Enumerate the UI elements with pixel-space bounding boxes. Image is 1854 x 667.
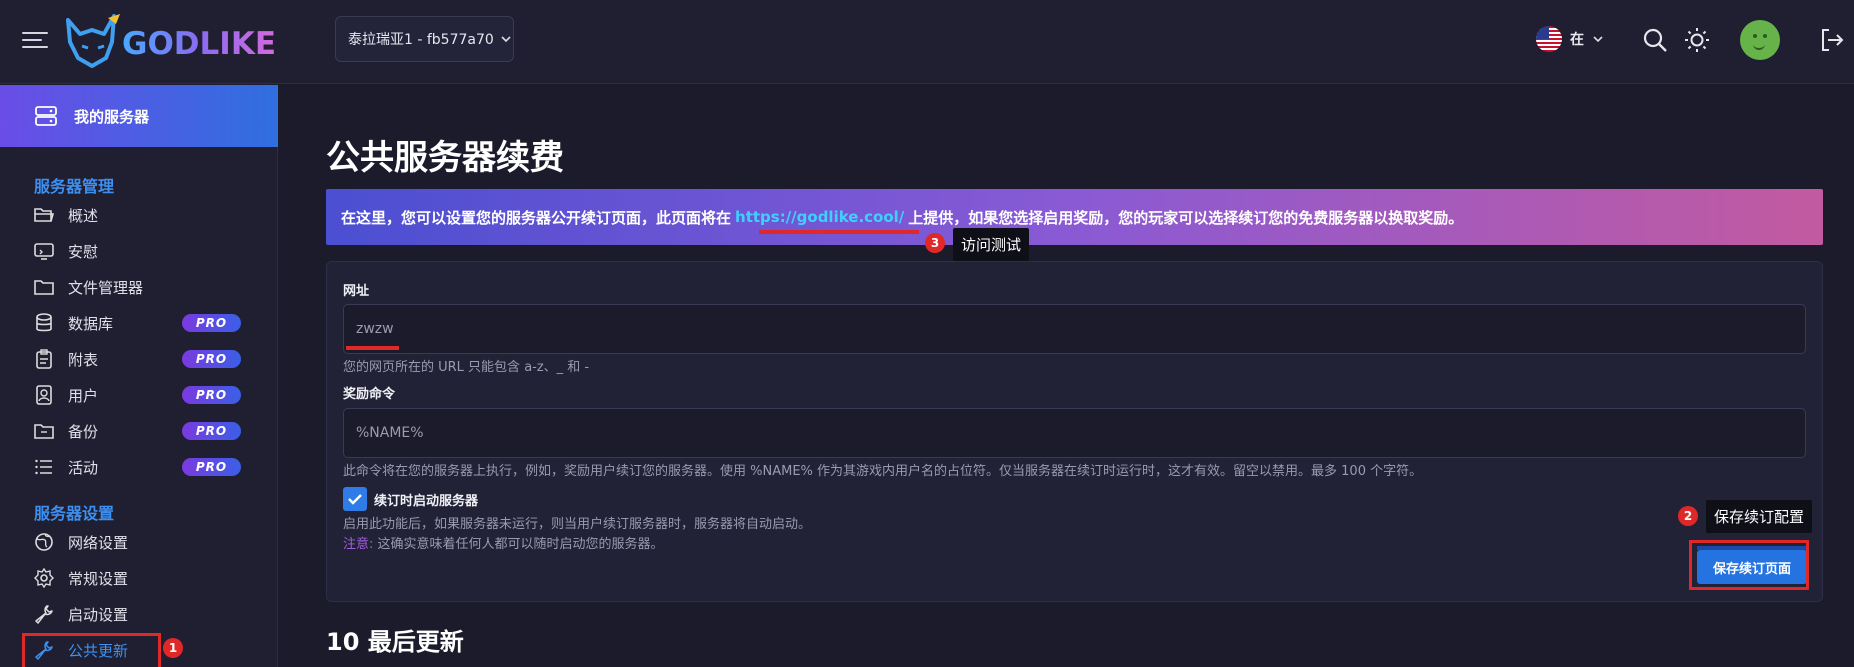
search-icon[interactable] <box>1641 26 1669 54</box>
annotation-badge-1: 1 <box>163 638 183 658</box>
reward-command-hint: 此命令将在您的服务器上执行，例如，奖励用户续订您的服务器。使用 %NAME% 作… <box>343 464 1423 479</box>
sidebar-item-users[interactable]: 用户 PRO <box>34 381 244 409</box>
pro-badge: PRO <box>182 350 241 368</box>
sidebar-item-console[interactable]: 安慰 <box>34 237 244 265</box>
list-icon <box>34 457 54 477</box>
sidebar-item-label: 安慰 <box>68 242 99 261</box>
annotation-underline-url <box>346 346 399 350</box>
url-input-value: zwzw <box>356 321 394 337</box>
annotation-tip-save-config: 保存续订配置 <box>1706 500 1813 533</box>
folder-open-icon <box>34 205 54 225</box>
wrench-icon <box>34 604 54 624</box>
sidebar-item-label: 常规设置 <box>68 569 129 588</box>
sidebar-item-activity[interactable]: 活动 PRO <box>34 453 244 481</box>
sidebar-item-label: 启动设置 <box>68 605 129 624</box>
server-selector[interactable]: 泰拉瑞亚1 - fb577a70 <box>335 16 514 62</box>
sidebar-item-backups[interactable]: 备份 PRO <box>34 417 244 445</box>
monitor-icon <box>34 241 54 261</box>
sidebar-item-label: 我的服务器 <box>74 107 150 126</box>
sidebar-item-label: 网络设置 <box>68 533 129 552</box>
sidebar: 我的服务器 服务器管理 概述 安慰 文件管理器 数据库 PRO 附表 PRO 用… <box>0 85 278 667</box>
server-icon <box>35 106 57 126</box>
sidebar-item-database[interactable]: 数据库 PRO <box>34 309 244 337</box>
us-flag-icon <box>1536 26 1562 52</box>
top-header: GODLIKE 泰拉瑞亚1 - fb577a70 在 <box>0 0 1854 84</box>
annotation-badge-2: 2 <box>1678 506 1698 526</box>
user-avatar[interactable] <box>1740 20 1780 60</box>
logout-icon[interactable] <box>1818 26 1846 54</box>
url-hint: 您的网页所在的 URL 只能包含 a-z、_ 和 - <box>343 360 590 375</box>
language-selector[interactable]: 在 <box>1536 26 1604 52</box>
folder-icon <box>34 277 54 297</box>
sidebar-item-label: 备份 <box>68 422 99 441</box>
url-label: 网址 <box>343 284 370 299</box>
sidebar-item-overview[interactable]: 概述 <box>34 201 244 229</box>
sidebar-item-my-servers[interactable]: 我的服务器 <box>0 85 278 147</box>
warning-text: 这确实意味着任何人都可以随时启动您的服务器。 <box>377 537 664 552</box>
pro-badge: PRO <box>182 458 241 476</box>
info-banner: 在这里，您可以设置您的服务器公开续订页面，此页面将在 https://godli… <box>326 189 1823 245</box>
banner-text-post: 上提供，如果您选择启用奖励，您的玩家可以选择续订您的免费服务器以换取奖励。 <box>908 208 1464 227</box>
section-title-management: 服务器管理 <box>34 177 115 196</box>
latest-updates-title: 10 最后更新 <box>326 628 464 656</box>
start-on-renew-checkbox[interactable] <box>343 487 367 511</box>
annotation-badge-3: 3 <box>925 233 945 253</box>
reward-command-placeholder: %NAME% <box>356 425 424 441</box>
sidebar-item-label: 数据库 <box>68 314 114 333</box>
godlike-logo[interactable]: GODLIKE <box>62 12 276 72</box>
pro-badge: PRO <box>182 422 241 440</box>
sidebar-item-label: 附表 <box>68 350 99 369</box>
database-icon <box>34 313 54 333</box>
sidebar-item-label: 概述 <box>68 206 99 225</box>
annotation-box-sidebar <box>22 633 161 667</box>
sun-theme-icon[interactable] <box>1683 26 1711 54</box>
clipboard-icon <box>34 349 54 369</box>
sidebar-item-general[interactable]: 常规设置 <box>34 564 244 592</box>
language-label: 在 <box>1570 32 1584 48</box>
url-input[interactable]: zwzw <box>343 304 1806 354</box>
user-badge-icon <box>34 385 54 405</box>
sidebar-item-network[interactable]: 网络设置 <box>34 528 244 556</box>
sidebar-item-label: 用户 <box>68 386 99 405</box>
gear-icon <box>34 568 54 588</box>
pro-badge: PRO <box>182 314 241 332</box>
sidebar-item-startup[interactable]: 启动设置 <box>34 600 244 628</box>
start-on-renew-hint: 启用此功能后，如果服务器未运行，则当用户续订服务器时，服务器将自动启动。 <box>343 517 812 532</box>
banner-text-pre: 在这里，您可以设置您的服务器公开续订页面，此页面将在 <box>341 208 732 227</box>
annotation-tip-visit-test: 访问测试 <box>953 228 1030 261</box>
sidebar-item-label: 文件管理器 <box>68 278 144 297</box>
sidebar-item-schedules[interactable]: 附表 PRO <box>34 345 244 373</box>
page-title: 公共服务器续费 <box>326 138 564 178</box>
pro-badge: PRO <box>182 386 241 404</box>
archive-icon <box>34 421 54 441</box>
menu-icon[interactable] <box>22 30 48 50</box>
sidebar-item-label: 活动 <box>68 458 99 477</box>
server-selector-label: 泰拉瑞亚1 - fb577a70 <box>348 32 494 48</box>
brand-name: GODLIKE <box>122 26 277 62</box>
start-on-renew-label: 续订时启动服务器 <box>374 494 479 509</box>
renewal-page-link[interactable]: https://godlike.cool/ <box>735 208 904 226</box>
globe-icon <box>34 532 54 552</box>
fox-logo-icon <box>66 14 120 68</box>
chevron-down-icon <box>1593 36 1603 43</box>
chevron-down-icon <box>501 36 511 43</box>
reward-command-input[interactable]: %NAME% <box>343 408 1806 458</box>
reward-command-label: 奖励命令 <box>343 387 396 402</box>
section-title-settings: 服务器设置 <box>34 504 115 523</box>
warning-note: 注意: 这确实意味着任何人都可以随时启动您的服务器。 <box>343 533 664 552</box>
annotation-underline-link <box>759 230 919 234</box>
sidebar-item-file-manager[interactable]: 文件管理器 <box>34 273 244 301</box>
warning-tag: 注意: <box>343 537 374 552</box>
annotation-box-save <box>1689 540 1809 590</box>
checkmark-icon <box>348 494 362 505</box>
